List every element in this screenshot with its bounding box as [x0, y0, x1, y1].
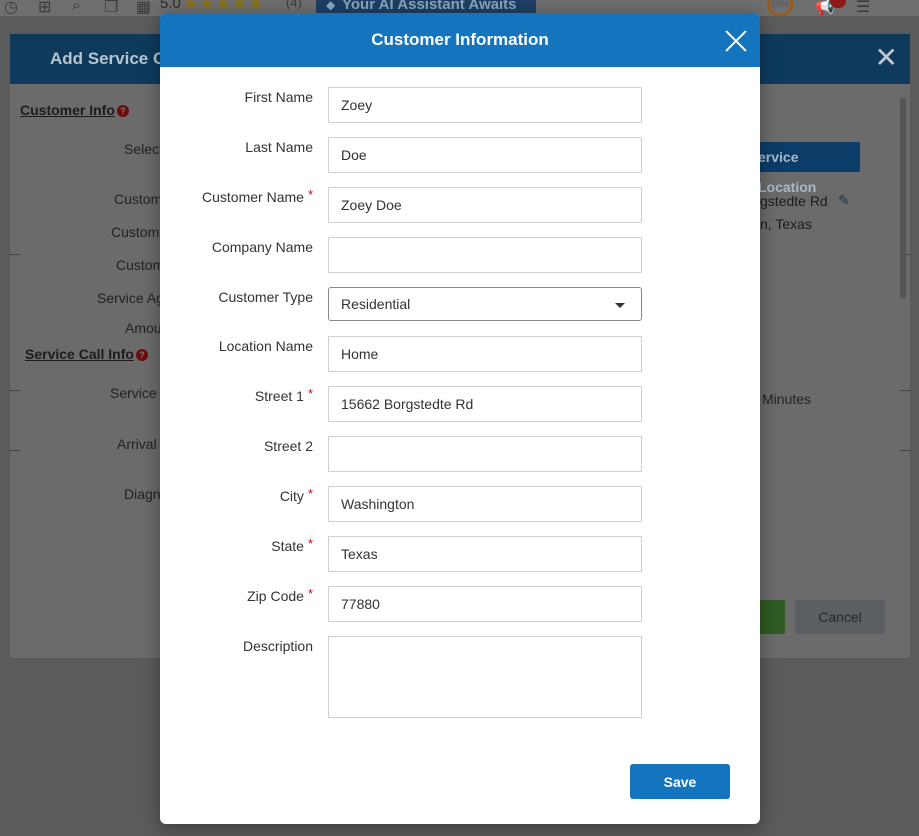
zip-code-row: Zip Code *	[160, 586, 760, 626]
bg-divider	[10, 254, 20, 255]
bg-scrollbar[interactable]	[900, 98, 906, 298]
first-name-input[interactable]	[328, 87, 642, 123]
state-input[interactable]	[328, 536, 642, 572]
customer-name-label-wrap: Customer Name *	[160, 187, 313, 208]
customer-name-label: Customer Name	[202, 189, 304, 205]
location-name-label: Location Name	[218, 338, 313, 354]
modal-header: Customer Information	[160, 13, 760, 67]
zip-code-input[interactable]	[328, 586, 642, 622]
bg-label-amount: Amou	[125, 320, 162, 336]
city-input[interactable]	[328, 486, 642, 522]
required-marker: *	[307, 536, 313, 551]
customer-info-label: Customer Info	[20, 102, 115, 118]
bg-address-line2: n, Texas	[760, 216, 812, 232]
modal-title: Customer Information	[371, 30, 549, 49]
review-count: (4)	[286, 0, 302, 10]
bg-label-select: Select	[124, 141, 163, 157]
customer-information-modal: Customer Information First Name Last Nam…	[160, 13, 760, 824]
bg-label-customer: Custom	[114, 191, 163, 207]
first-name-label: First Name	[244, 89, 313, 105]
city-label-wrap: City *	[160, 486, 313, 507]
description-row: Description	[160, 636, 760, 720]
bg-divider	[900, 390, 910, 391]
notification-badge	[830, 0, 846, 8]
company-name-input[interactable]	[328, 237, 642, 273]
customer-info-link[interactable]: Customer Info?	[20, 102, 129, 118]
required-marker: *	[307, 386, 313, 401]
help-icon[interactable]: ?	[116, 105, 129, 117]
customer-type-select[interactable]: Residential	[328, 287, 642, 321]
last-name-row: Last Name	[160, 137, 760, 177]
customer-name-row: Customer Name *	[160, 187, 760, 227]
history-icon[interactable]: ◷	[4, 0, 18, 16]
service-call-info-label: Service Call Info	[25, 346, 134, 362]
customer-type-row: Customer Type Residential	[160, 287, 760, 327]
customer-type-label: Customer Type	[218, 289, 313, 305]
bg-label-service: Service	[110, 385, 157, 401]
add-document-icon[interactable]: ⊞	[38, 0, 51, 16]
description-textarea[interactable]	[328, 636, 642, 718]
chevron-down-icon	[615, 303, 625, 308]
bg-minutes-label: Minutes	[762, 391, 812, 407]
help-icon[interactable]: ?	[135, 349, 148, 361]
bg-divider	[10, 390, 20, 391]
bg-label-arrival: Arrival	[117, 436, 157, 452]
customer-name-input[interactable]	[328, 187, 642, 223]
ai-banner-text: Your AI Assistant Awaits	[342, 0, 517, 13]
rating-stars: ★★★★★	[183, 0, 265, 13]
close-icon[interactable]	[725, 30, 747, 52]
search-chart-icon[interactable]: ⌕	[72, 0, 81, 15]
bg-divider	[900, 450, 910, 451]
service-call-info-link[interactable]: Service Call Info?	[25, 346, 148, 362]
city-row: City *	[160, 486, 760, 526]
zip-code-label: Zip Code	[247, 588, 304, 604]
description-label: Description	[242, 638, 313, 654]
required-marker: *	[307, 486, 313, 501]
bg-close-icon[interactable]: ✕	[875, 44, 898, 72]
required-marker: *	[307, 187, 313, 202]
location-name-row: Location Name	[160, 336, 760, 376]
bg-label-diagnosis: Diagn	[124, 486, 161, 502]
save-button[interactable]: Save	[630, 764, 730, 799]
bg-label-service-agreement: Service Ag	[97, 290, 164, 306]
company-name-row: Company Name	[160, 237, 760, 277]
company-name-label: Company Name	[211, 239, 313, 255]
location-pin-icon: ◆	[326, 0, 336, 12]
state-row: State *	[160, 536, 760, 576]
edit-pencil-icon[interactable]: ✎	[838, 192, 850, 209]
bg-cancel-button[interactable]: Cancel	[795, 600, 885, 634]
bg-label-customer-3: Custom	[116, 257, 165, 273]
customer-type-value: Residential	[341, 296, 411, 312]
required-marker: *	[307, 586, 313, 601]
street1-label: Street 1	[254, 388, 304, 404]
state-label: State	[271, 538, 304, 554]
location-name-input[interactable]	[328, 336, 642, 372]
city-label: City	[279, 488, 304, 504]
state-label-wrap: State *	[160, 536, 313, 557]
street1-label-wrap: Street 1 *	[160, 386, 313, 407]
bg-divider	[10, 450, 20, 451]
bg-address-line1: gstedte Rd	[760, 193, 828, 209]
street2-row: Street 2	[160, 436, 760, 476]
first-name-row: First Name	[160, 87, 760, 127]
calendar-icon[interactable]: ▦	[136, 0, 151, 16]
progress-ring: 80%	[767, 0, 793, 16]
last-name-label: Last Name	[245, 139, 313, 155]
street1-row: Street 1 *	[160, 386, 760, 426]
street2-input[interactable]	[328, 436, 642, 472]
street1-input[interactable]	[328, 386, 642, 422]
copy-icon[interactable]: ❐	[104, 0, 118, 16]
bg-label-customer-2: Custome	[111, 224, 168, 240]
street2-label: Street 2	[263, 438, 313, 454]
rating-value: 5.0	[160, 0, 181, 12]
last-name-input[interactable]	[328, 137, 642, 173]
service-location-button[interactable]: ervice Location	[750, 142, 860, 195]
zip-code-label-wrap: Zip Code *	[160, 586, 313, 607]
list-icon[interactable]: ☰	[856, 0, 870, 16]
